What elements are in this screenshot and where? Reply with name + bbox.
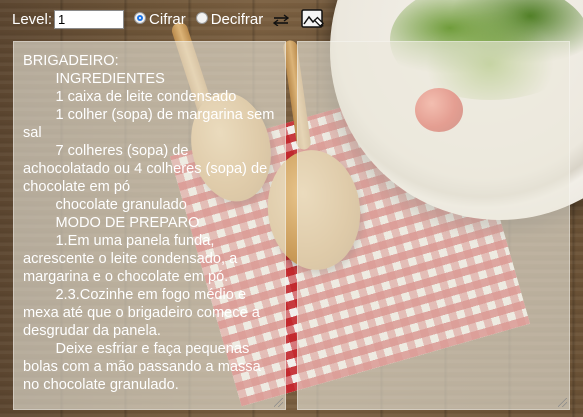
swap-arrows-icon[interactable] — [273, 13, 290, 27]
level-input[interactable] — [54, 9, 125, 29]
image-edit-icon[interactable] — [301, 9, 325, 29]
input-text: BRIGADEIRO: INGREDIENTES 1 caixa de leit… — [23, 53, 275, 393]
output-textarea[interactable] — [297, 41, 570, 410]
decifrar-label[interactable]: Decifrar — [211, 11, 264, 28]
cifrar-label[interactable]: Cifrar — [149, 11, 186, 28]
decifrar-radio[interactable] — [195, 12, 208, 24]
toolbar: Level: Cifrar Decifrar — [12, 8, 325, 30]
app-background: Level: Cifrar Decifrar — [0, 0, 583, 417]
resize-handle-icon[interactable] — [558, 398, 567, 407]
cifrar-radio[interactable] — [134, 12, 147, 24]
resize-handle-icon[interactable] — [274, 398, 283, 407]
input-textarea[interactable]: BRIGADEIRO: INGREDIENTES 1 caixa de leit… — [13, 41, 286, 410]
level-label: Level: — [12, 10, 53, 28]
